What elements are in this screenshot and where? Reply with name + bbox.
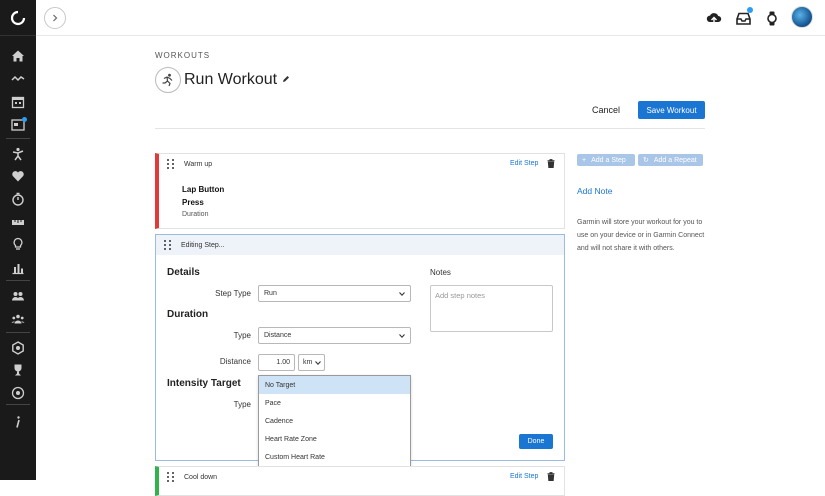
trophy-icon[interactable] — [8, 360, 28, 380]
drag-handle-icon[interactable] — [167, 472, 175, 482]
warmup-step-card: Warm up Edit Step Lap Button Press Durat… — [155, 153, 565, 229]
step-notes-textarea[interactable]: Add step notes — [430, 285, 553, 332]
add-step-label: Add a Step — [591, 156, 626, 164]
distance-input[interactable]: 1.00 — [258, 354, 295, 371]
option-custom-heart-rate[interactable]: Custom Heart Rate — [259, 448, 410, 466]
plus-icon: + — [582, 156, 587, 164]
distance-unit-value: km — [303, 359, 313, 366]
chevron-right-icon — [53, 14, 58, 22]
activity-icon[interactable] — [8, 69, 28, 89]
editing-step-label: Editing Step... — [181, 241, 225, 249]
trash-icon[interactable] — [547, 159, 555, 168]
add-repeat-button[interactable]: ↻ Add a Repeat — [638, 154, 703, 166]
step-type-value: Run — [264, 290, 277, 297]
intensity-target-dropdown[interactable]: No Target Pace Cadence Heart Rate Zone C… — [258, 375, 411, 467]
step-type-label: Step Type — [215, 289, 251, 298]
step-name: Warm up — [184, 160, 213, 168]
edit-step-link[interactable]: Edit Step — [510, 160, 538, 167]
edit-step-link[interactable]: Edit Step — [510, 473, 538, 480]
duration-title: Duration — [167, 309, 209, 320]
duration-caption: Duration — [182, 211, 209, 218]
details-title: Details — [167, 267, 200, 278]
chevron-down-icon — [399, 292, 405, 297]
drag-handle-icon[interactable] — [167, 159, 175, 169]
stopwatch-icon[interactable] — [8, 189, 28, 209]
privacy-info-text: Garmin will store your workout for you t… — [577, 219, 705, 252]
option-pace[interactable]: Pace — [259, 394, 410, 412]
notes-placeholder: Add step notes — [435, 291, 486, 300]
group-icon[interactable] — [8, 286, 28, 306]
distance-label: Distance — [219, 357, 251, 366]
save-workout-button[interactable]: Save Workout — [638, 101, 705, 119]
option-heart-rate-zone[interactable]: Heart Rate Zone — [259, 430, 410, 448]
expand-sidebar-button[interactable] — [44, 7, 66, 29]
heart-icon[interactable] — [8, 166, 28, 186]
option-cadence[interactable]: Cadence — [259, 412, 410, 430]
intensity-type-label: Type — [233, 400, 251, 409]
chevron-down-icon — [315, 361, 321, 366]
sidebar — [0, 0, 36, 480]
edit-title-icon[interactable] — [282, 75, 290, 85]
top-bar — [36, 0, 825, 36]
page-title: Run Workout — [184, 71, 278, 88]
ruler-icon[interactable] — [8, 212, 28, 232]
repeat-icon: ↻ — [643, 157, 649, 164]
duration-type-select[interactable]: Distance — [258, 327, 411, 344]
add-repeat-label: Add a Repeat — [653, 156, 697, 164]
distance-value: 1.00 — [276, 359, 290, 366]
bar-chart-icon[interactable] — [8, 258, 28, 278]
target-icon[interactable] — [8, 383, 28, 403]
intensity-title: Intensity Target — [167, 378, 241, 389]
bulb-icon[interactable] — [8, 234, 28, 254]
duration-type-label: Type — [233, 331, 251, 340]
badge-icon[interactable] — [8, 338, 28, 358]
reports-icon[interactable] — [8, 115, 28, 135]
connections-icon[interactable] — [8, 309, 28, 329]
breadcrumb[interactable]: WORKOUTS — [155, 51, 210, 60]
title-row: Run Workout — [155, 67, 290, 93]
avatar[interactable] — [791, 6, 813, 28]
home-icon[interactable] — [8, 46, 28, 66]
cooldown-step-header: Cool down — [159, 467, 564, 487]
upload-cloud-icon[interactable] — [705, 9, 723, 27]
option-no-target[interactable]: No Target — [259, 376, 410, 394]
add-step-button[interactable]: + Add a Step — [577, 154, 635, 166]
running-person-icon[interactable] — [8, 144, 28, 164]
duration-type-value: Distance — [264, 332, 292, 339]
garmin-logo[interactable] — [0, 0, 36, 36]
divider — [155, 128, 705, 129]
running-icon — [155, 67, 181, 93]
done-button[interactable]: Done — [519, 434, 553, 449]
distance-unit-select[interactable]: km — [298, 354, 325, 371]
add-note-link[interactable]: Add Note — [577, 186, 612, 196]
cooldown-step-card: Cool down Edit Step — [155, 466, 565, 496]
step-type-select[interactable]: Run — [258, 285, 411, 302]
cancel-button[interactable]: Cancel — [584, 102, 628, 118]
duration-line-2: Press — [182, 198, 204, 207]
warmup-step-header: Warm up — [159, 154, 564, 174]
inbox-icon[interactable] — [734, 7, 753, 27]
step-name: Cool down — [184, 473, 218, 481]
calendar-icon[interactable] — [8, 92, 28, 112]
editing-step-header: Editing Step... — [156, 235, 564, 255]
chevron-down-icon — [399, 334, 405, 339]
logo-icon — [10, 10, 26, 25]
info-icon[interactable] — [8, 412, 28, 432]
watch-icon[interactable] — [763, 9, 781, 27]
duration-line-1: Lap Button — [182, 185, 225, 194]
drag-handle-icon[interactable] — [164, 240, 172, 250]
notes-label: Notes — [430, 268, 451, 277]
